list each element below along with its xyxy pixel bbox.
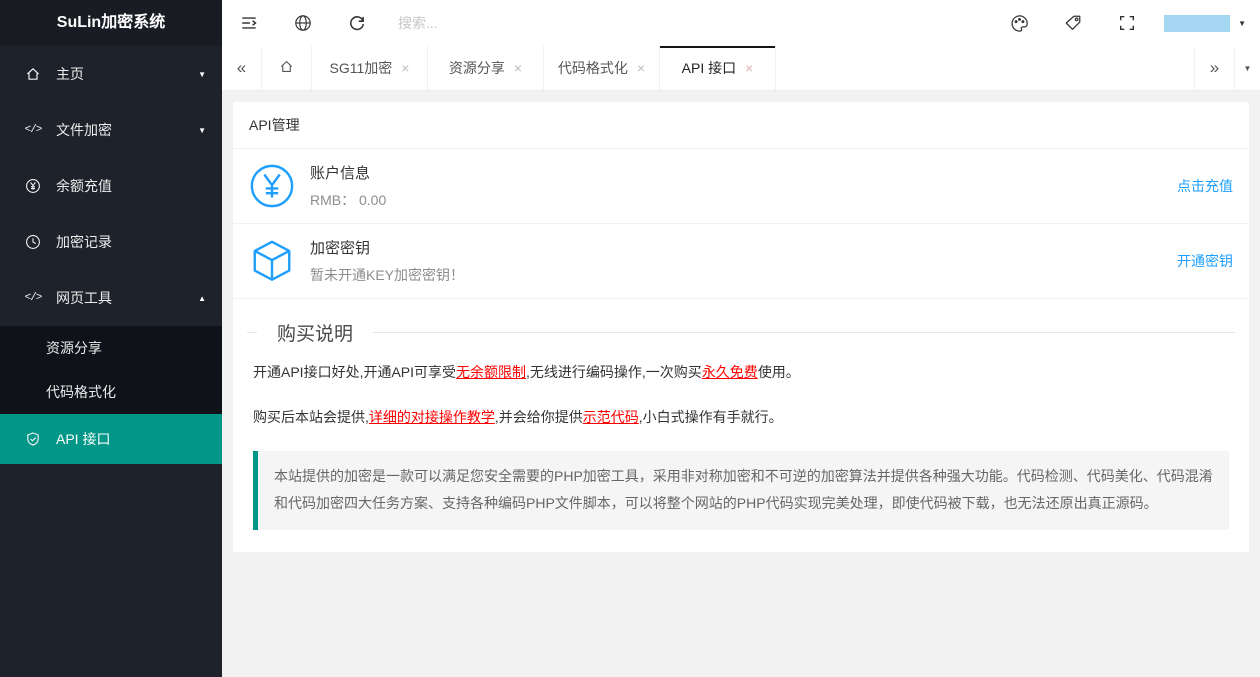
sidebar-item-label: 网页工具 [56, 288, 112, 308]
tab-sg11-encrypt[interactable]: SG11加密 × [312, 46, 428, 90]
text-segment: ,小白式操作有手就行。 [639, 409, 783, 425]
sidebar-item-api[interactable]: API 接口 [0, 414, 222, 464]
username-highlight [1164, 15, 1230, 32]
tab-bar: « SG11加密 × 资源分享 × 代码格式化 × API 接口 × [222, 46, 1260, 91]
topbar: ▼ [222, 0, 1260, 46]
globe-button[interactable] [276, 0, 330, 46]
secret-key-texts: 加密密钥 暂未开通KEY加密密钥！ [310, 237, 464, 285]
yen-circle-icon [249, 163, 295, 209]
tab-label: 资源分享 [449, 58, 505, 78]
tab-resource-share[interactable]: 资源分享 × [428, 46, 544, 90]
code-icon: </> [22, 292, 44, 304]
highlight-text: 永久免费 [702, 364, 758, 380]
tab-home[interactable] [262, 46, 312, 90]
close-icon[interactable]: × [745, 61, 753, 75]
text-segment: 购买后本站会提供, [253, 409, 369, 425]
card-title: API管理 [233, 102, 1249, 149]
recharge-link[interactable]: 点击充值 [1177, 176, 1233, 196]
highlight-text: 详细的对接操作教学 [369, 409, 495, 425]
close-icon[interactable]: × [637, 61, 645, 75]
sidebar-item-label: 代码格式化 [46, 382, 116, 402]
home-icon [22, 66, 44, 82]
search-input[interactable] [398, 15, 568, 31]
text-segment: 使用。 [758, 364, 800, 380]
sidebar-item-label: 主页 [56, 64, 84, 84]
tag-button[interactable] [1046, 0, 1100, 46]
chevron-up-icon: ▲ [198, 294, 206, 303]
web-tools-submenu: 资源分享 代码格式化 [0, 326, 222, 414]
secret-key-title: 加密密钥 [310, 237, 464, 258]
content-area: API管理 账户信息 RMB： 0.00 点击充值 [222, 91, 1260, 677]
text-segment: ,并会给你提供 [495, 409, 583, 425]
user-menu[interactable]: ▼ [1154, 15, 1260, 32]
topbar-right-group: ▼ [992, 0, 1260, 46]
cube-icon [249, 238, 295, 284]
tab-label: SG11加密 [330, 58, 393, 78]
home-icon [279, 59, 294, 77]
tab-api[interactable]: API 接口 × [660, 46, 776, 90]
purchase-support-text: 购买后本站会提供,详细的对接操作教学,并会给你提供示范代码,小白式操作有手就行。 [251, 405, 1231, 430]
tab-code-format[interactable]: 代码格式化 × [544, 46, 660, 90]
tab-label: 代码格式化 [558, 58, 628, 78]
account-title: 账户信息 [310, 162, 386, 183]
tabbar-right-group: » ▼ [1194, 46, 1260, 90]
sidebar-item-label: 加密记录 [56, 232, 112, 252]
sidebar-item-resource-share[interactable]: 资源分享 [0, 326, 222, 370]
sidebar-item-home[interactable]: 主页 ▼ [0, 46, 222, 102]
close-icon[interactable]: × [401, 61, 409, 75]
code-icon: </> [22, 124, 44, 136]
sidebar-item-label: 余额充值 [56, 176, 112, 196]
sidebar-item-label: 文件加密 [56, 120, 112, 140]
clock-icon [22, 234, 44, 250]
yen-icon [22, 178, 44, 194]
chevron-down-icon: ▼ [198, 70, 206, 79]
app-window: SuLin加密系统 主页 ▼ </> 文件加密 ▼ 余额充值 [0, 0, 1260, 677]
highlight-text: 示范代码 [583, 409, 639, 425]
sidebar-item-file-encrypt[interactable]: </> 文件加密 ▼ [0, 102, 222, 158]
purchase-benefit-text: 开通API接口好处,开通API可享受无余额限制,无线进行编码操作,一次购买永久免… [251, 360, 1231, 385]
account-info-texts: 账户信息 RMB： 0.00 [310, 162, 386, 210]
text-segment: ,无线进行编码操作,一次购买 [526, 364, 702, 380]
sidebar-item-code-format[interactable]: 代码格式化 [0, 370, 222, 414]
app-logo: SuLin加密系统 [0, 0, 222, 46]
tabs-menu-button[interactable]: ▼ [1234, 46, 1260, 90]
purchase-note-section: 购买说明 开通API接口好处,开通API可享受无余额限制,无线进行编码操作,一次… [247, 319, 1235, 530]
sidebar-item-records[interactable]: 加密记录 [0, 214, 222, 270]
close-icon[interactable]: × [514, 61, 522, 75]
sidebar-toggle-button[interactable] [222, 0, 276, 46]
tabs-scroll-right-button[interactable]: » [1194, 46, 1234, 90]
sidebar-item-label: 资源分享 [46, 338, 102, 358]
sidebar: SuLin加密系统 主页 ▼ </> 文件加密 ▼ 余额充值 [0, 0, 222, 677]
purchase-note-legend: 购买说明 [257, 319, 373, 346]
secret-key-status: 暂未开通KEY加密密钥！ [310, 265, 464, 285]
api-management-card: API管理 账户信息 RMB： 0.00 点击充值 [232, 101, 1250, 553]
sidebar-item-recharge[interactable]: 余额充值 [0, 158, 222, 214]
product-description-quote: 本站提供的加密是一款可以满足您安全需要的PHP加密工具，采用非对称加密和不可逆的… [253, 451, 1229, 530]
sidebar-item-web-tools[interactable]: </> 网页工具 ▲ [0, 270, 222, 326]
badge-check-icon [22, 431, 44, 447]
theme-palette-button[interactable] [992, 0, 1046, 46]
fullscreen-button[interactable] [1100, 0, 1154, 46]
chevron-down-icon: ▼ [1238, 19, 1246, 28]
tab-label: API 接口 [682, 58, 736, 78]
account-info-row: 账户信息 RMB： 0.00 点击充值 [233, 149, 1249, 224]
sidebar-item-label: API 接口 [56, 429, 110, 449]
sidebar-menu: 主页 ▼ </> 文件加密 ▼ 余额充值 加密记录 [0, 46, 222, 464]
chevron-down-icon: ▼ [1244, 64, 1252, 73]
refresh-button[interactable] [330, 0, 384, 46]
activate-key-link[interactable]: 开通密钥 [1177, 251, 1233, 271]
secret-key-row: 加密密钥 暂未开通KEY加密密钥！ 开通密钥 [233, 224, 1249, 299]
account-balance: RMB： 0.00 [310, 190, 386, 210]
chevron-down-icon: ▼ [198, 126, 206, 135]
text-segment: 开通API接口好处,开通API可享受 [253, 364, 456, 380]
highlight-text: 无余额限制 [456, 364, 526, 380]
tabs-scroll-left-button[interactable]: « [222, 46, 262, 90]
